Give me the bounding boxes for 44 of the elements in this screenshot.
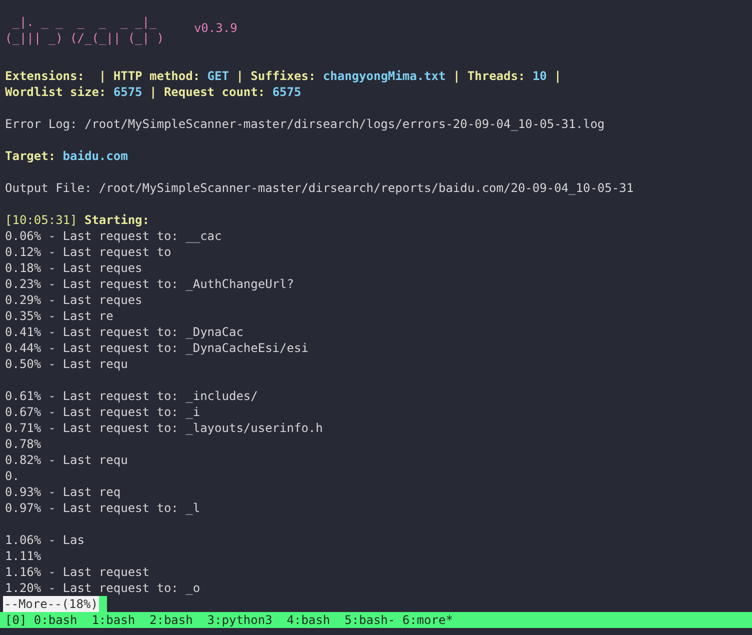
- value-text: baidu.com: [62, 148, 128, 164]
- value-text: 6575: [113, 84, 142, 100]
- progress-line: 0.23% - Last request to: _AuthChangeUrl?: [5, 276, 294, 292]
- progress-line: 0.50% - Last requ: [5, 356, 128, 372]
- progress-line: 0.29% - Last reques: [5, 292, 142, 308]
- progress-line: 0.97% - Last request to: _l: [5, 500, 200, 516]
- progress-line: 0.35% - Last re: [5, 308, 114, 324]
- value-text: GET: [207, 68, 229, 84]
- progress-line: 0.18% - Last reques: [5, 260, 142, 276]
- label-text: Target:: [5, 148, 57, 164]
- label-text: | Threads:: [452, 68, 526, 84]
- progress-line: 0.: [5, 468, 20, 484]
- label-text: | HTTP method:: [98, 68, 202, 84]
- progress-line: 0.06% - Last request to: __cac: [5, 228, 222, 244]
- progress-line: 1.16% - Last request: [5, 564, 150, 580]
- label-text: |: [553, 68, 562, 84]
- progress-line: 0.93% - Last req: [5, 484, 121, 500]
- value-text: 10: [532, 68, 547, 84]
- label-text: | Suffixes:: [235, 68, 317, 84]
- log-text: Error Log: /root/MySimpleScanner-master/dirsearch/logs/errors-20-09-04_10-05-31.log: [5, 116, 605, 132]
- label-text: Starting:: [83, 212, 150, 228]
- value-text: changyongMima.txt: [322, 68, 446, 84]
- progress-line: 0.82% - Last requ: [5, 452, 128, 468]
- progress-line: 0.78%: [5, 436, 42, 452]
- timestamp: [10:05:31]: [5, 212, 78, 228]
- progress-line: 1.06% - Las: [5, 532, 84, 548]
- ascii-logo-line: _|. _ _ _ _ _ _|_: [11, 14, 158, 30]
- version-text: v0.3.9: [194, 20, 238, 36]
- ascii-logo-line: (_||| _) (/_(_|| (_| ): [5, 30, 164, 46]
- progress-line: 0.44% - Last request to: _DynaCacheEsi/esi: [5, 340, 308, 356]
- progress-line: 0.71% - Last request to: _layouts/userinfo.h: [5, 420, 323, 436]
- progress-line: 0.67% - Last request to: _i: [5, 404, 200, 420]
- progress-line: 1.11%: [5, 548, 42, 564]
- log-text: Output File: /root/MySimpleScanner-master/dirsearch/reports/baidu.com/20-09-04_10-05-31: [5, 180, 634, 196]
- label-text: | Request count:: [148, 84, 266, 100]
- label-text: Wordlist size:: [5, 84, 108, 100]
- progress-line: 0.61% - Last request to: _includes/: [5, 388, 258, 404]
- progress-line: 0.12% - Last request to: [5, 244, 172, 260]
- progress-line: 1.20% - Last request to: _o: [5, 580, 200, 596]
- tmux-status-bar: [0] 0:bash 1:bash 2:bash 3:python3 4:bash 5:bash- 6:more*: [0, 612, 752, 628]
- pager-prompt: --More--(18%): [3, 596, 99, 612]
- label-text: Extensions:: [5, 68, 86, 84]
- value-text: 6575: [272, 84, 302, 100]
- progress-line: 0.41% - Last request to: _DynaCac: [5, 324, 244, 340]
